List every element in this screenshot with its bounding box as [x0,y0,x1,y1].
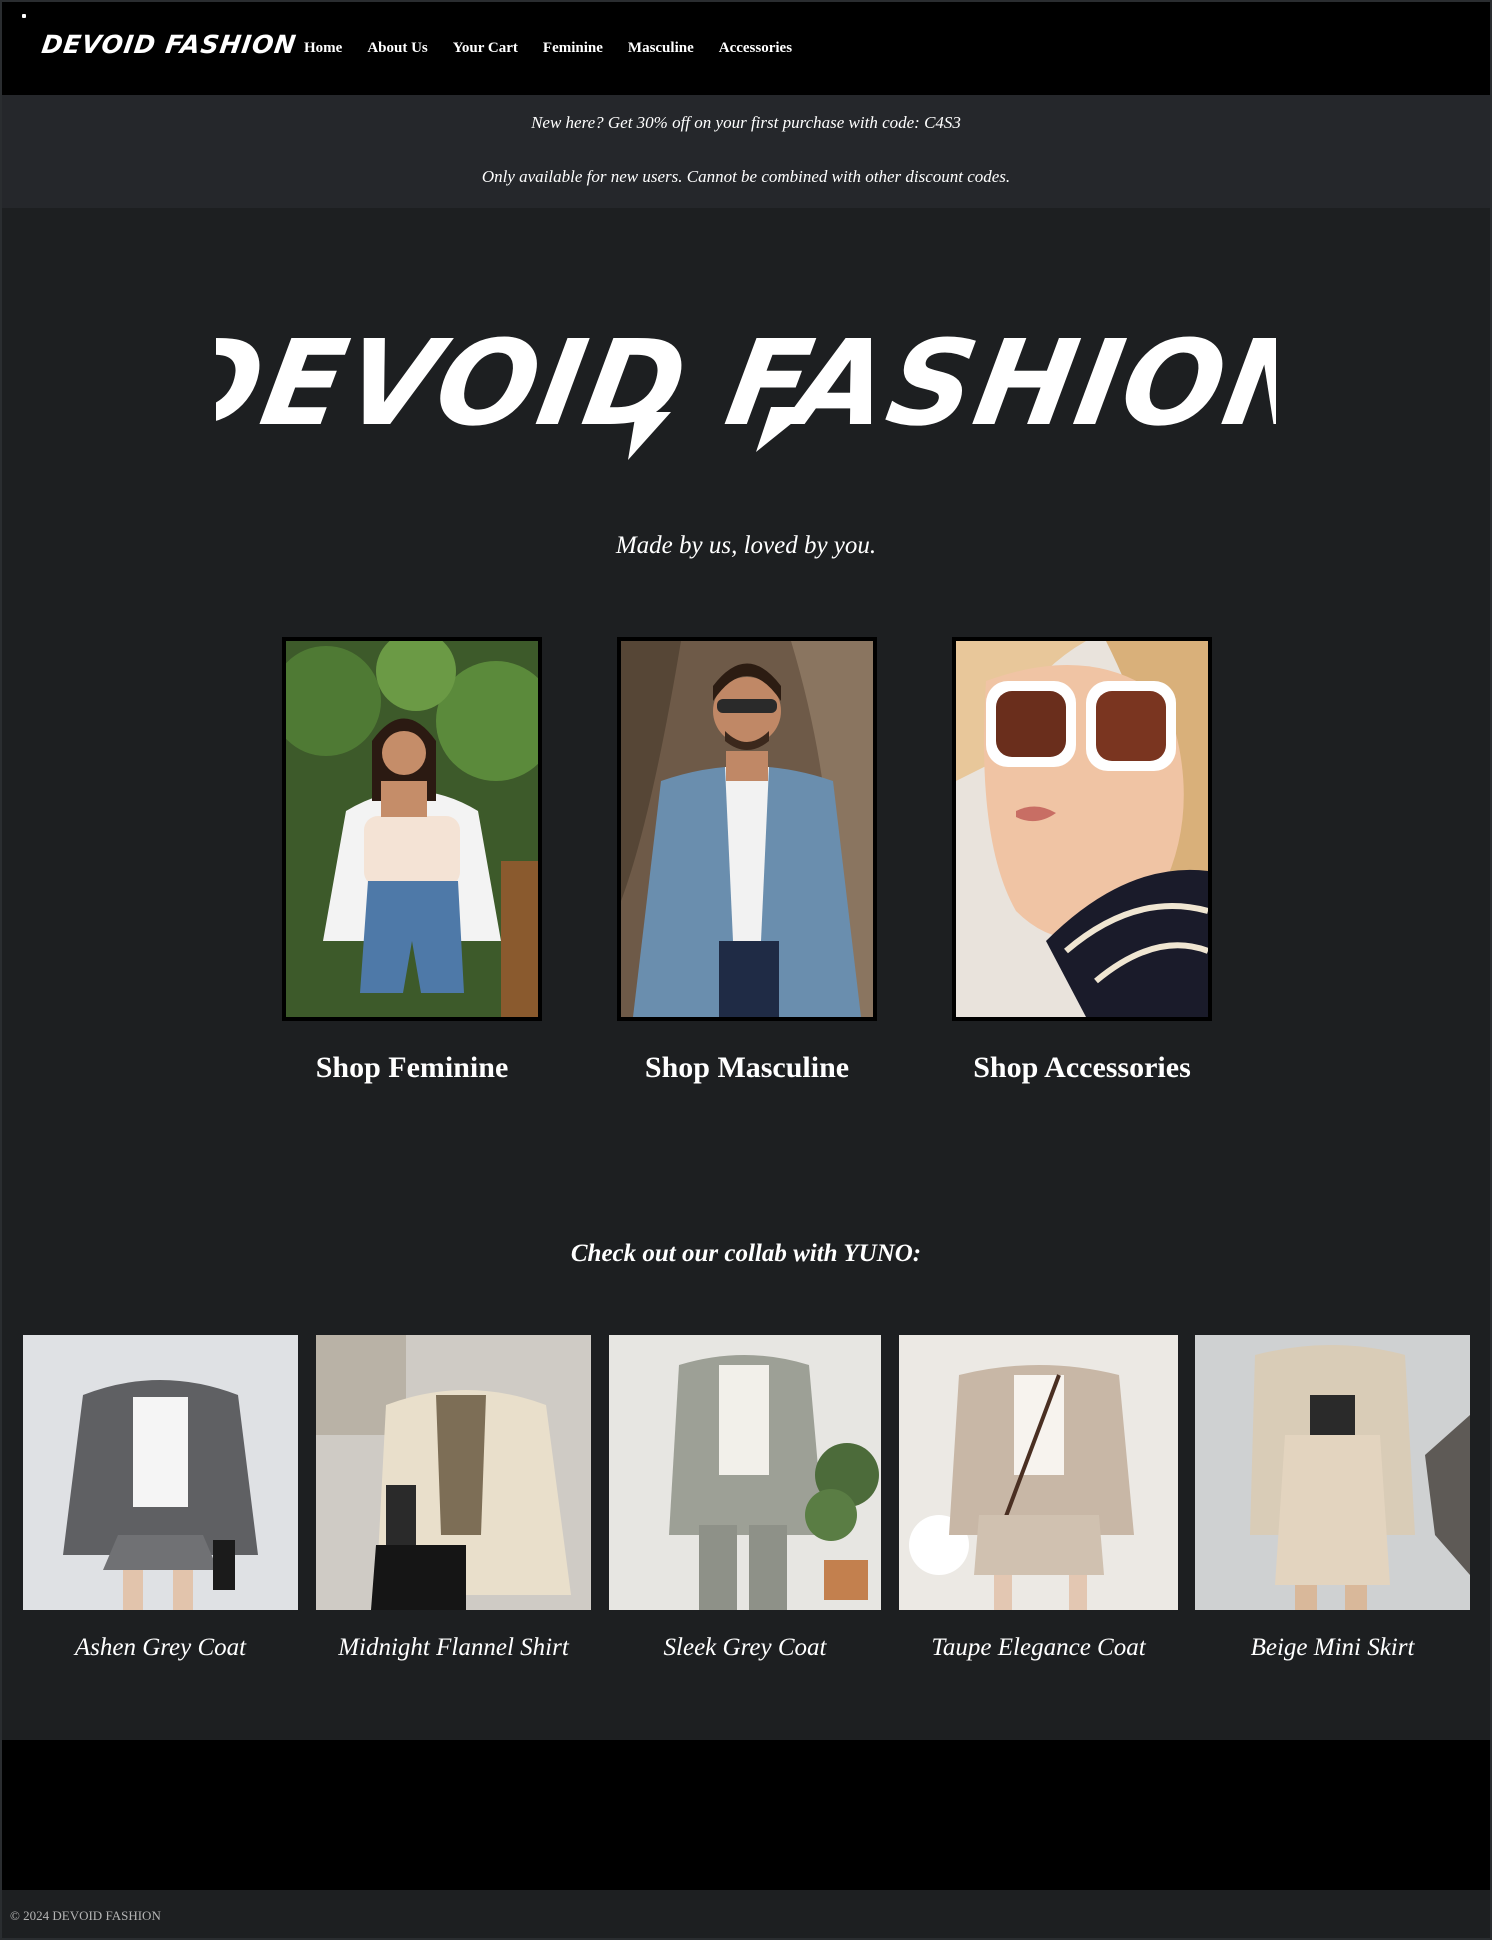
photo-woman-white-shirt-icon [286,641,538,1017]
category-masculine-label[interactable]: Shop Masculine [617,1051,877,1085]
product-card: Sleek Grey Coat [609,1335,881,1662]
product-image[interactable] [899,1335,1178,1610]
hero-logo: DEVOID FASHION [2,312,1490,462]
category-feminine-label[interactable]: Shop Feminine [282,1051,542,1085]
product-card: Ashen Grey Coat [23,1335,298,1662]
promo-line-1: New here? Get 30% off on your first purc… [531,113,961,132]
category-feminine: Shop Feminine [282,637,542,1085]
product-name[interactable]: Midnight Flannel Shirt [316,1634,591,1662]
navbar: DEVOID FASHION Home About Us Your Cart F… [2,2,1490,95]
nav-link-accessories[interactable]: Accessories [719,40,792,57]
nav-link-feminine[interactable]: Feminine [543,40,603,57]
brand-logo[interactable]: DEVOID FASHION [40,30,298,59]
nav-link-your-cart[interactable]: Your Cart [453,40,518,57]
category-accessories: Shop Accessories [952,637,1212,1085]
product-name[interactable]: Sleek Grey Coat [609,1634,881,1662]
page: DEVOID FASHION Home About Us Your Cart F… [0,0,1492,1940]
hero-logo-graphic: DEVOID FASHION [216,316,1276,460]
photo-sleek-grey-suit-icon [609,1335,881,1610]
product-image[interactable] [23,1335,298,1610]
footer-copyright-bar: © 2024 DEVOID FASHION [2,1890,1490,1938]
category-accessories-image[interactable] [952,637,1212,1021]
category-masculine: Shop Masculine [617,637,877,1085]
product-image[interactable] [609,1335,881,1610]
nav-link-home[interactable]: Home [304,40,342,57]
photo-woman-sunglasses-scarf-icon [956,641,1208,1017]
collab-heading: Check out our collab with YUNO: [570,1240,922,1267]
nav-link-about-us[interactable]: About Us [367,40,427,57]
product-name[interactable]: Beige Mini Skirt [1195,1634,1470,1662]
nav-dot [22,14,26,18]
product-card: Midnight Flannel Shirt [316,1335,591,1662]
nav-link-masculine[interactable]: Masculine [628,40,694,57]
product-image[interactable] [316,1335,591,1610]
product-card: Beige Mini Skirt [1195,1335,1470,1662]
photo-grey-coat-icon [23,1335,298,1610]
photo-beige-mini-skirt-icon [1195,1335,1470,1610]
product-card: Taupe Elegance Coat [899,1335,1178,1662]
nav-links: Home About Us Your Cart Feminine Masculi… [304,40,817,57]
copyright-text: © 2024 DEVOID FASHION [10,1908,161,1923]
tagline: Made by us, loved by you. [615,532,877,559]
photo-man-blue-blazer-icon [621,641,873,1017]
product-name[interactable]: Ashen Grey Coat [23,1634,298,1662]
product-image[interactable] [1195,1335,1470,1610]
category-masculine-image[interactable] [617,637,877,1021]
footer [2,1740,1490,1890]
category-accessories-label[interactable]: Shop Accessories [952,1051,1212,1085]
category-feminine-image[interactable] [282,637,542,1021]
promo-line-2: Only available for new users. Cannot be … [481,167,1011,186]
photo-taupe-coat-icon [899,1335,1178,1610]
hero-logo-text: DEVOID FASHION [216,316,1276,453]
product-name[interactable]: Taupe Elegance Coat [899,1634,1178,1662]
photo-cream-blazer-icon [316,1335,591,1610]
promo-banner: New here? Get 30% off on your first purc… [2,95,1490,208]
